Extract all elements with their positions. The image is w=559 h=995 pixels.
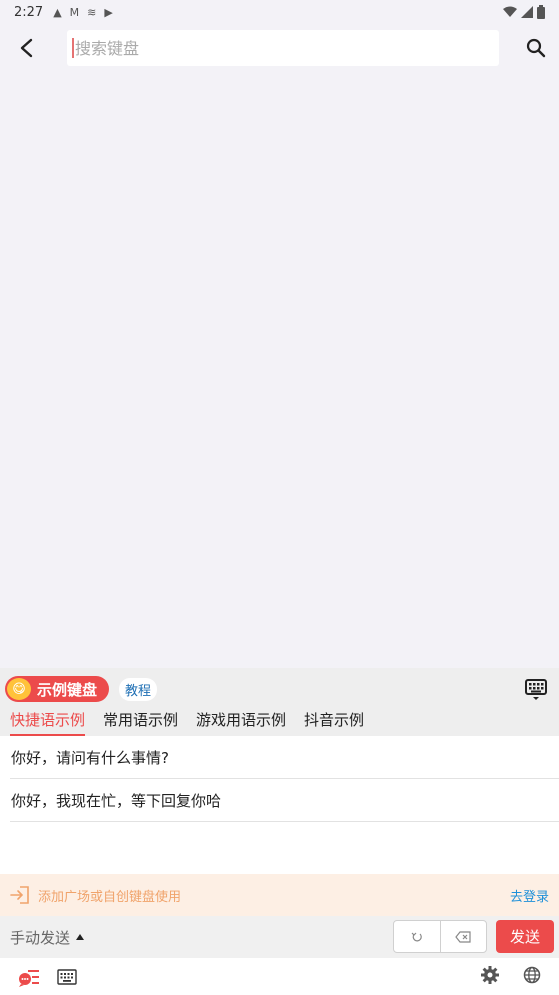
status-bar: 2:27 ▲ M ≋ ▶: [0, 0, 559, 24]
send-mode-label: 手动发送: [10, 928, 71, 947]
login-icon: [10, 886, 29, 904]
keyboard-selector-button[interactable]: 😋 ❤ 示例键盘: [5, 675, 110, 702]
cast-icon: ≋: [87, 5, 97, 19]
phrase-list: 你好，请问有什么事情? 你好，我现在忙，等下回复你哈: [0, 736, 559, 874]
category-tabs: 快捷语示例 常用语示例 游戏用语示例 抖音示例: [0, 708, 559, 736]
login-prompt-bar: 添加广场或自创键盘使用 去登录: [0, 874, 559, 916]
gear-icon: [481, 966, 499, 984]
list-item[interactable]: 你好，我现在忙，等下回复你哈: [10, 779, 559, 822]
tab-douyin[interactable]: 抖音示例: [304, 708, 364, 736]
login-prompt-text: 添加广场或自创键盘使用: [38, 889, 182, 905]
play-store-icon: ▶: [104, 5, 113, 19]
edit-button-group: [393, 920, 487, 953]
search-input[interactable]: [75, 30, 475, 66]
send-bar: 手动发送 发送: [0, 916, 559, 958]
gmail-icon: M: [69, 5, 80, 19]
search-results-area: [0, 72, 559, 668]
a-icon: ▲: [53, 5, 62, 19]
backspace-icon: [455, 930, 471, 943]
keyboard-icon: [57, 968, 77, 985]
keyboard-name: 示例键盘: [37, 680, 98, 699]
status-time: 2:27: [14, 4, 44, 20]
bottom-toolbar: [0, 958, 559, 995]
battery-icon: [537, 5, 545, 19]
heart-icon: ❤: [27, 675, 36, 686]
text-cursor: [72, 38, 74, 58]
search-box[interactable]: [67, 30, 499, 66]
signal-icon: [521, 6, 533, 18]
tab-common-phrases[interactable]: 常用语示例: [103, 708, 178, 736]
login-link[interactable]: 去登录: [510, 886, 549, 905]
top-bar: [0, 24, 559, 72]
tab-quick-phrases[interactable]: 快捷语示例: [10, 708, 86, 736]
backspace-button[interactable]: [439, 921, 487, 952]
emoji-face-icon: 😋 ❤: [7, 675, 36, 700]
search-button[interactable]: [520, 32, 552, 64]
caret-up-icon: [76, 934, 85, 940]
globe-icon: [523, 966, 541, 984]
list-item[interactable]: 你好，请问有什么事情?: [10, 736, 559, 779]
tutorial-button[interactable]: 教程: [119, 677, 158, 701]
back-arrow-icon: [20, 38, 33, 58]
keyboard-button[interactable]: [57, 968, 77, 985]
send-button[interactable]: 发送: [496, 920, 554, 953]
keyboard-toggle-button[interactable]: [525, 679, 547, 705]
undo-button[interactable]: [394, 921, 440, 952]
back-button[interactable]: [0, 24, 52, 72]
keyboard-hide-icon: [525, 679, 547, 700]
tab-game-phrases[interactable]: 游戏用语示例: [196, 708, 286, 736]
quick-reply-button[interactable]: [18, 967, 40, 987]
keyboard-header: 😋 ❤ 示例键盘 教程: [0, 668, 559, 710]
wifi-icon: [503, 6, 517, 17]
chat-menu-icon: [19, 969, 39, 987]
settings-button[interactable]: [481, 966, 499, 984]
undo-icon: [411, 932, 422, 941]
search-icon: [526, 38, 546, 58]
language-button[interactable]: [523, 966, 541, 984]
send-mode-selector[interactable]: 手动发送: [10, 927, 85, 948]
